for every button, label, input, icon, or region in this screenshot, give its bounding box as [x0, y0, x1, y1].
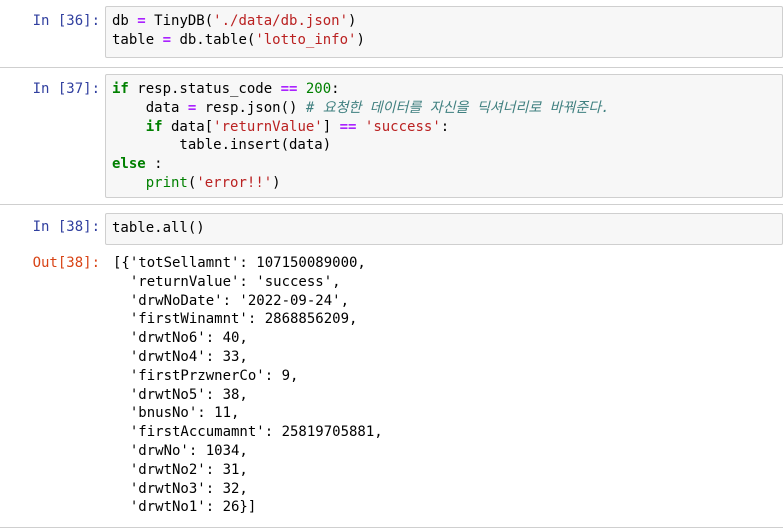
output-line: 'bnusNo': 11, — [113, 405, 240, 422]
code-token: == — [339, 118, 357, 135]
code-editor-37[interactable]: if resp.status_code == 200: data = resp.… — [105, 74, 783, 198]
code-token: db — [112, 13, 138, 29]
code-token: 'lotto_info' — [255, 31, 357, 48]
code-token: if — [112, 81, 129, 97]
output-line: 'drwtNo3': 32, — [113, 480, 248, 497]
output-line: 'firstPrzwnerCo': 9, — [113, 367, 299, 384]
code-cell-37[interactable]: In [37]: if resp.status_code == 200: dat… — [0, 68, 783, 204]
code-token: data — [112, 99, 188, 116]
output-text-38: [{'totSellamnt': 107150089000, 'returnVa… — [113, 254, 383, 517]
code-line: data = resp.json() # 요청한 데이터를 자신을 딕셔너리로 … — [112, 99, 782, 118]
code-token: ) — [348, 13, 357, 29]
code-token: ] — [322, 118, 340, 135]
code-token: 200 — [305, 81, 332, 97]
cell-divider-bottom — [0, 204, 783, 205]
code-token: 'error!!' — [196, 174, 273, 191]
input-prompt-38: In [38]: — [32, 219, 100, 235]
code-token: if — [145, 118, 163, 135]
output-line: 'firstWinamnt': 2868856209, — [113, 311, 358, 328]
code-token: ) — [356, 31, 365, 48]
code-editor-36[interactable]: db = TinyDB('./data/db.json') table = db.… — [105, 6, 783, 58]
code-token: data[ — [162, 118, 214, 135]
input-prompt-37: In [37]: — [32, 81, 100, 97]
code-token: print — [145, 174, 188, 191]
code-cell-38[interactable]: In [38]: table.all() Out[38]: [{'totSell… — [0, 206, 783, 529]
code-token: ) — [272, 174, 281, 191]
code-token: : — [440, 118, 450, 135]
code-line: print('error!!') — [112, 174, 782, 193]
output-line: 'firstAccumamnt': 25819705881, — [113, 424, 383, 441]
code-token: == — [280, 81, 298, 97]
output-line: 'returnValue': 'success', — [113, 273, 341, 290]
cell-divider-end — [0, 527, 783, 528]
output-line: 'drwtNo2': 31, — [113, 461, 248, 478]
output-line: 'drwtNo6': 40, — [113, 330, 248, 347]
code-token: table — [112, 31, 163, 48]
code-token: 'returnValue' — [213, 118, 323, 135]
code-line: if data['returnValue'] == 'success': — [112, 118, 782, 137]
code-line: else : — [112, 155, 782, 174]
output-prompt-38: Out[38]: — [32, 255, 100, 271]
output-line: 'drwNo': 1034, — [113, 442, 248, 459]
output-line: 'drwtNo5': 38, — [113, 386, 248, 403]
code-token: resp.status_code — [128, 81, 281, 97]
code-line: db = TinyDB('./data/db.json') — [112, 12, 782, 31]
code-token: table.insert(data) — [112, 137, 332, 154]
code-token: # 요청한 데이터를 자신을 딕셔너리로 바꿔준다. — [305, 99, 610, 116]
code-cell-36[interactable]: In [36]: db = TinyDB('./data/db.json') ta… — [0, 0, 783, 62]
code-token: TinyDB( — [145, 13, 214, 29]
code-token: db.table( — [171, 31, 256, 48]
code-line: table.all() — [112, 219, 782, 238]
code-token: './data/db.json' — [213, 13, 349, 29]
code-token: : — [331, 81, 340, 97]
code-token: else — [112, 156, 146, 173]
output-line: 'drwNoDate': '2022-09-24', — [113, 292, 350, 309]
code-editor-38[interactable]: table.all() — [105, 213, 783, 245]
code-token: 'success' — [364, 118, 441, 135]
output-line: 'drwtNo4': 33, — [113, 348, 248, 365]
code-token: table.all() — [112, 220, 205, 236]
code-token: resp.json() — [196, 99, 306, 116]
input-prompt-36: In [36]: — [32, 13, 100, 29]
code-token: : — [145, 156, 163, 173]
output-line: 'drwtNo1': 26}] — [113, 499, 257, 516]
output-line: [{'totSellamnt': 107150089000, — [113, 255, 366, 271]
code-line: if resp.status_code == 200: — [112, 80, 782, 99]
code-line: table.insert(data) — [112, 136, 782, 155]
code-token: = — [137, 13, 146, 29]
code-line: table = db.table('lotto_info') — [112, 31, 782, 50]
code-token: = — [162, 31, 172, 48]
